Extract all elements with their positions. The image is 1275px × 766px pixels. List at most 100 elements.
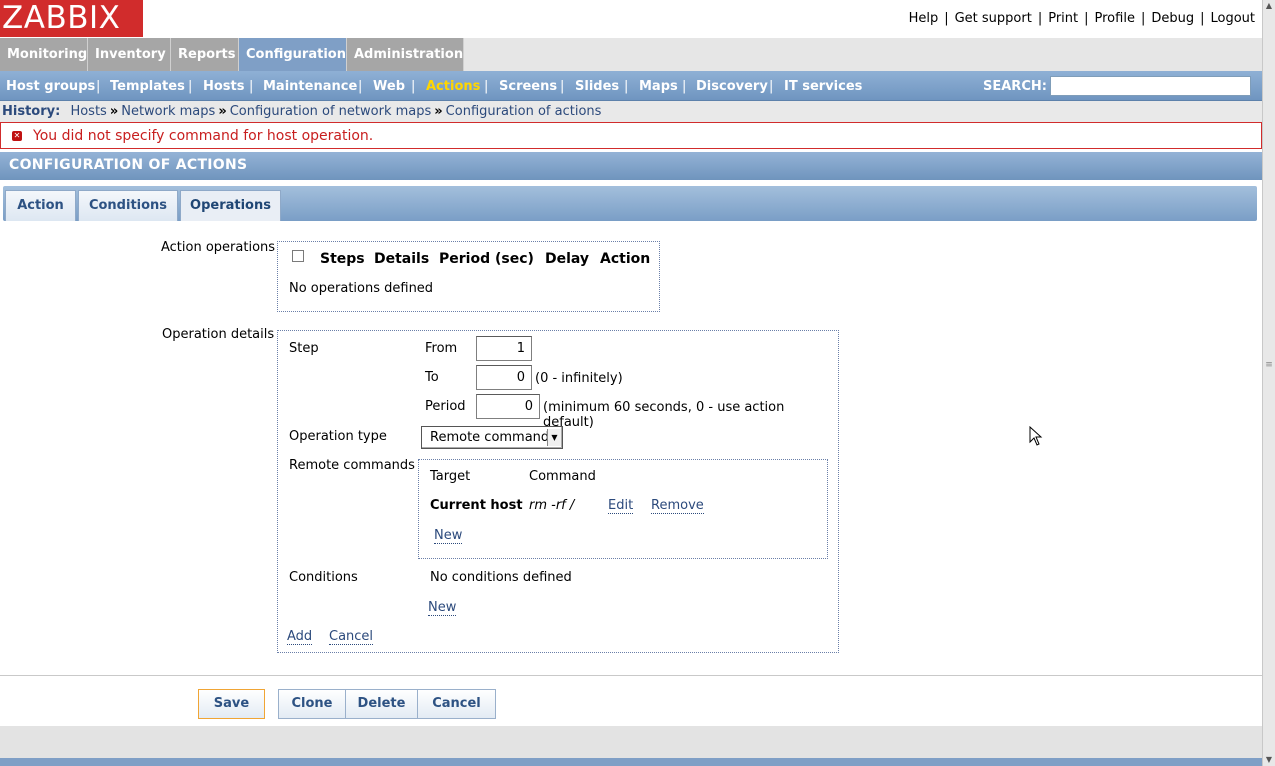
breadcrumb-separator: » <box>109 104 119 119</box>
menu-monitoring[interactable]: Monitoring <box>0 38 88 71</box>
error-message-bar: ✕ You did not specify command for host o… <box>0 122 1262 149</box>
to-label: To <box>425 370 439 385</box>
no-conditions-text: No conditions defined <box>430 570 572 585</box>
separator: | <box>624 79 629 94</box>
column-command: Command <box>529 469 596 484</box>
clone-button[interactable]: Clone <box>278 689 346 719</box>
column-period: Period (sec) <box>439 251 534 267</box>
submenu-screens[interactable]: Screens <box>499 79 557 94</box>
tab-bar: Action Conditions Operations <box>3 186 1257 221</box>
search-label: SEARCH: <box>983 79 1047 94</box>
new-command-link[interactable]: New <box>434 528 463 544</box>
submenu-host-groups[interactable]: Host groups <box>6 79 95 94</box>
separator: | <box>1200 11 1205 26</box>
top-links: Help | Get support | Print | Profile | Debug | Log… <box>909 11 1255 26</box>
submenu-maintenance[interactable]: Maintenance <box>263 79 357 94</box>
delete-button[interactable]: Delete <box>345 689 418 719</box>
form-footer: Save Clone Delete Cancel <box>0 680 1262 726</box>
separator: | <box>249 79 254 94</box>
menu-reports[interactable]: Reports <box>171 38 239 71</box>
add-operation-link[interactable]: Add <box>287 629 313 645</box>
scroll-grip-icon[interactable]: ≡ <box>1264 360 1274 370</box>
column-action: Action <box>600 251 651 267</box>
scroll-down-icon[interactable]: ▼ <box>1263 754 1275 766</box>
remote-commands-table: Target Command Current host rm -rf / Edi… <box>418 459 828 559</box>
cancel-operation-link[interactable]: Cancel <box>329 629 374 645</box>
breadcrumb-separator: » <box>434 104 443 119</box>
submenu-maps[interactable]: Maps <box>639 79 678 94</box>
history-label: History: <box>2 104 61 119</box>
submenu-actions[interactable]: Actions <box>426 79 480 94</box>
separator: | <box>484 79 489 94</box>
column-delay: Delay <box>545 251 590 267</box>
step-to-input[interactable]: 0 <box>476 365 532 390</box>
header: ZABBIX Help | Get support | Print | Profile | De… <box>0 0 1275 38</box>
menu-inventory[interactable]: Inventory <box>88 38 171 71</box>
separator: | <box>944 11 949 26</box>
history-network-maps-link[interactable]: Network maps <box>121 104 215 119</box>
bottom-bar <box>0 726 1262 758</box>
remote-commands-label: Remote commands <box>289 458 415 473</box>
submenu-slides[interactable]: Slides <box>575 79 619 94</box>
submenu-discovery[interactable]: Discovery <box>696 79 768 94</box>
period-label: Period <box>425 399 466 414</box>
main-menu: Monitoring Inventory Reports Configurati… <box>0 38 1275 71</box>
page-title: CONFIGURATION OF ACTIONS <box>0 152 1262 180</box>
period-hint: (minimum 60 seconds, 0 - use action defa… <box>543 400 785 430</box>
menu-administration[interactable]: Administration <box>347 38 464 71</box>
operation-type-select[interactable]: Remote command ▼ <box>421 426 563 449</box>
tab-action[interactable]: Action <box>5 190 76 221</box>
menu-configuration[interactable]: Configuration <box>239 38 347 71</box>
get-support-link[interactable]: Get support <box>955 11 1032 26</box>
separator: | <box>1140 11 1146 26</box>
mouse-cursor-icon <box>1029 426 1043 446</box>
separator: | <box>188 79 193 94</box>
separator: | <box>1084 11 1089 26</box>
action-operations-label: Action operations <box>161 240 276 255</box>
chevron-down-icon[interactable]: ▼ <box>547 429 561 446</box>
from-label: From <box>425 341 458 356</box>
action-operations-table: Steps Details Period (sec) Delay Action … <box>277 241 660 312</box>
tab-conditions[interactable]: Conditions <box>78 190 178 221</box>
history-hosts-link[interactable]: Hosts <box>70 104 106 119</box>
history-config-network-maps-link[interactable]: Configuration of network maps <box>230 104 432 119</box>
separator: | <box>682 79 687 94</box>
vertical-scrollbar[interactable]: ▲ ≡ ▼ <box>1262 0 1275 766</box>
separator: | <box>96 79 101 94</box>
logout-link[interactable]: Logout <box>1210 11 1255 26</box>
breadcrumb-separator: » <box>218 104 227 119</box>
scroll-up-icon[interactable]: ▲ <box>1263 0 1275 12</box>
select-all-checkbox[interactable] <box>292 250 304 262</box>
profile-link[interactable]: Profile <box>1095 11 1135 26</box>
step-label: Step <box>289 341 319 356</box>
zabbix-logo[interactable]: ZABBIX <box>0 0 143 37</box>
submenu-web[interactable]: Web <box>373 79 405 94</box>
edit-command-link[interactable]: Edit <box>608 498 634 514</box>
debug-link[interactable]: Debug <box>1151 11 1194 26</box>
error-icon[interactable]: ✕ <box>12 131 22 141</box>
breadcrumb: History: Hosts» Network maps» Configuratio… <box>0 101 1262 122</box>
step-from-input[interactable]: 1 <box>476 336 532 361</box>
print-link[interactable]: Print <box>1048 11 1078 26</box>
command-text: rm -rf / <box>529 498 575 513</box>
conditions-label: Conditions <box>289 570 358 585</box>
cancel-button[interactable]: Cancel <box>417 689 496 719</box>
submenu-hosts[interactable]: Hosts <box>203 79 245 94</box>
no-operations-text: No operations defined <box>289 281 434 296</box>
error-message: You did not specify command for host ope… <box>33 128 374 144</box>
save-button[interactable]: Save <box>198 689 265 719</box>
new-condition-link[interactable]: New <box>428 600 457 616</box>
step-period-input[interactable]: 0 <box>476 394 540 419</box>
operation-type-label: Operation type <box>289 429 387 444</box>
submenu-templates[interactable]: Templates <box>110 79 185 94</box>
to-hint: (0 - infinitely) <box>535 371 623 386</box>
help-link[interactable]: Help <box>909 11 939 26</box>
remove-command-link[interactable]: Remove <box>651 498 704 514</box>
sub-menu: Host groups | Templates | Hosts | Mainte… <box>0 71 1262 101</box>
tab-operations[interactable]: Operations <box>180 190 281 221</box>
history-config-actions-link[interactable]: Configuration of actions <box>446 104 602 119</box>
bottom-line <box>0 758 1262 766</box>
operation-type-value: Remote command <box>430 430 550 445</box>
submenu-it-services[interactable]: IT services <box>784 79 862 94</box>
search-input[interactable] <box>1050 76 1251 96</box>
